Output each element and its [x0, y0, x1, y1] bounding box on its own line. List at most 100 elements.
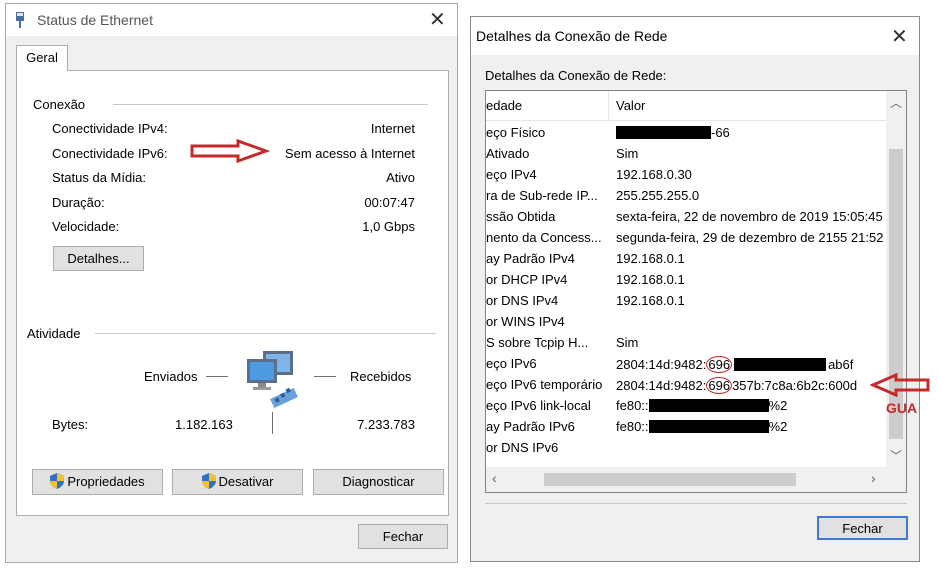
redaction-block — [616, 126, 711, 139]
property-cell: or DNS IPv6 — [486, 440, 559, 455]
close-icon[interactable]: ✕ — [891, 27, 908, 47]
property-cell: eço IPv4 — [486, 167, 537, 182]
value-cell: fe80:: %2 — [616, 398, 788, 413]
value-cell: 192.168.0.1 — [616, 251, 685, 266]
divider — [206, 376, 228, 377]
value-cell: 2804:14d:9482: 696 357b:7c8a:6b2c:600d — [616, 377, 858, 394]
property-cell: eço IPv6 temporário — [486, 377, 603, 392]
value-cell: Sim — [616, 146, 639, 161]
ipv4-connectivity-label: Conectividade IPv4: — [52, 121, 168, 136]
duration-value: 00:07:47 — [364, 195, 415, 210]
value-cell: 255.255.255.0 — [616, 188, 700, 203]
annotation-label: GUA — [886, 400, 918, 416]
details-button[interactable]: Detalhes... — [53, 246, 144, 271]
property-cell: S sobre Tcpip H... — [486, 335, 589, 350]
list-row[interactable]: S sobre Tcpip H... Sim — [486, 333, 887, 354]
ipv4-connectivity-value: Internet — [370, 121, 415, 136]
divider — [485, 503, 907, 504]
ethernet-status-window: Status de Ethernet ✕ Geral Conexão Conec… — [5, 3, 458, 563]
close-icon[interactable]: ✕ — [429, 10, 446, 30]
ipv6-connectivity-value: Sem acesso à Internet — [284, 146, 415, 161]
column-header-property[interactable]: edade — [486, 98, 522, 113]
list-row[interactable]: nento da Concess... segunda-feira, 29 de… — [486, 228, 887, 249]
horizontal-scrollbar[interactable]: ‹ › — [486, 467, 887, 492]
value-cell: 192.168.0.1 — [616, 293, 685, 308]
list-row[interactable]: eço IPv4 192.168.0.30 — [486, 165, 887, 186]
ethernet-icon — [16, 12, 24, 28]
uac-shield-icon — [50, 473, 65, 489]
property-cell: eço IPv6 — [486, 356, 537, 371]
list-row[interactable]: eço IPv6 link-local fe80:: %2 — [486, 396, 887, 417]
title-bar: Detalhes da Conexão de Rede ✕ — [471, 17, 919, 55]
list-row[interactable]: ay Padrão IPv6 fe80:: %2 — [486, 417, 887, 438]
details-list[interactable]: edade Valor eço Físico -66 Ativado Sim e… — [485, 90, 907, 493]
property-cell: or WINS IPv4 — [486, 314, 565, 329]
diagnose-button[interactable]: Diagnosticar — [313, 469, 444, 495]
column-header-value[interactable]: Valor — [616, 98, 645, 113]
scroll-up-icon[interactable]: ︿ — [890, 94, 902, 111]
divider — [314, 376, 336, 377]
property-cell: Ativado — [486, 146, 530, 161]
bytes-sent-value: 1.182.163 — [175, 417, 233, 432]
close-button[interactable]: Fechar — [358, 524, 448, 549]
circled-segment: 696 — [706, 356, 733, 373]
list-row[interactable]: or DHCP IPv4 192.168.0.1 — [486, 270, 887, 291]
speed-value: 1,0 Gbps — [362, 219, 415, 234]
scroll-thumb[interactable] — [544, 473, 796, 486]
tab-geral[interactable]: Geral — [16, 45, 68, 71]
window-title: Status de Ethernet — [37, 12, 153, 28]
property-cell: ssão Obtida — [486, 209, 556, 224]
group-label-conexao: Conexão — [33, 97, 86, 112]
property-cell: eço Físico — [486, 125, 546, 140]
media-status-label: Status da Mídia: — [52, 170, 146, 185]
redaction-block — [648, 420, 769, 433]
list-row[interactable]: or DNS IPv4 192.168.0.1 — [486, 291, 887, 312]
media-status-value: Ativo — [386, 170, 415, 185]
scroll-right-icon[interactable]: › — [871, 470, 876, 486]
network-details-window: Detalhes da Conexão de Rede ✕ Detalhes d… — [470, 16, 920, 562]
redaction-block — [648, 399, 769, 412]
value-cell: Sim — [616, 335, 639, 350]
ipv6-connectivity-label: Conectividade IPv6: — [52, 146, 168, 161]
scroll-corner — [886, 467, 906, 492]
value-cell: sexta-feira, 22 de novembro de 2019 15:0… — [616, 209, 883, 224]
close-button[interactable]: Fechar — [817, 516, 908, 540]
property-cell: ay Padrão IPv4 — [486, 251, 575, 266]
red-arrow-annotation — [190, 139, 270, 163]
list-row[interactable]: or DNS IPv6 — [486, 438, 887, 459]
circled-segment: 696 — [706, 377, 733, 394]
list-row[interactable]: eço Físico -66 — [486, 123, 887, 144]
value-cell: 192.168.0.1 — [616, 272, 685, 287]
duration-label: Duração: — [52, 195, 105, 210]
list-row[interactable]: or WINS IPv4 — [486, 312, 887, 333]
value-cell: fe80:: %2 — [616, 419, 788, 434]
property-cell: ay Padrão IPv6 — [486, 419, 575, 434]
red-arrow-annotation — [870, 373, 930, 397]
scroll-down-icon[interactable]: ﹀ — [890, 447, 902, 464]
scroll-left-icon[interactable]: ‹ — [492, 470, 497, 486]
list-header: edade Valor — [486, 91, 887, 121]
window-title: Detalhes da Conexão de Rede — [476, 28, 668, 44]
network-computers-icon — [247, 351, 298, 409]
disable-button-label: Desativar — [218, 474, 274, 489]
properties-button[interactable]: Propriedades — [32, 469, 163, 495]
list-row[interactable]: eço IPv6 temporário 2804:14d:9482: 696 357… — [486, 375, 887, 396]
list-row[interactable]: ssão Obtida sexta-feira, 22 de novembro … — [486, 207, 887, 228]
tab-panel: Conexão Conectividade IPv4: Internet Con… — [16, 70, 449, 516]
column-separator[interactable] — [608, 91, 609, 120]
value-cell: -66 — [616, 125, 887, 140]
divider — [113, 104, 428, 105]
property-cell: ra de Sub-rede IP... — [486, 188, 598, 203]
list-row[interactable]: ra de Sub-rede IP... 255.255.255.0 — [486, 186, 887, 207]
uac-shield-icon — [201, 473, 216, 489]
list-row[interactable]: eço IPv6 2804:14d:9482: 696 ab6f — [486, 354, 887, 375]
disable-button[interactable]: Desativar — [172, 469, 303, 495]
list-row[interactable]: ay Padrão IPv4 192.168.0.1 — [486, 249, 887, 270]
property-cell: nento da Concess... — [486, 230, 602, 245]
list-row[interactable]: Ativado Sim — [486, 144, 887, 165]
sent-label: Enviados — [144, 369, 198, 384]
title-bar: Status de Ethernet ✕ — [6, 4, 457, 36]
value-cell: 2804:14d:9482: 696 ab6f — [616, 356, 854, 373]
value-cell: segunda-feira, 29 de dezembro de 2155 21… — [616, 230, 884, 245]
property-cell: or DHCP IPv4 — [486, 272, 568, 287]
